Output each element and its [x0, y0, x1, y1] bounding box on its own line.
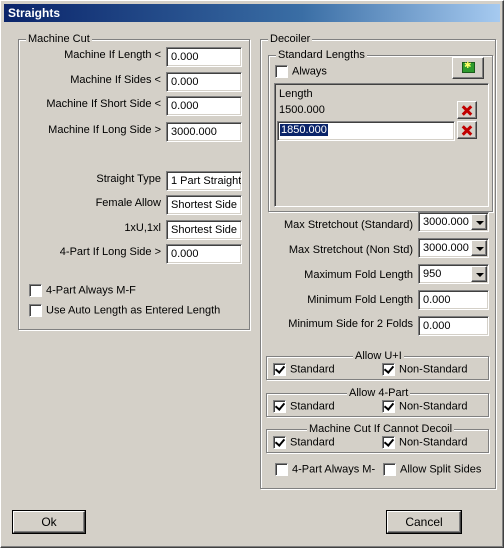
allow-4part-nonstandard-checkbox[interactable]: Non-Standard [382, 400, 468, 414]
use-auto-length-checkbox[interactable]: Use Auto Length as Entered Length [29, 304, 220, 318]
machine-cut-decoil-nonstandard-checkbox[interactable]: Non-Standard [382, 436, 468, 450]
decoiler-title: Decoiler [268, 32, 313, 46]
checkbox-box[interactable] [382, 400, 395, 413]
chevron-down-icon[interactable] [471, 266, 487, 282]
allow-split-sides-checkbox[interactable]: Allow Split Sides [383, 463, 481, 477]
add-icon [462, 60, 475, 73]
min-side-two-folds-label: Minimum Side for 2 Folds [288, 318, 413, 330]
machine-if-short-side-input[interactable]: 0.000 [166, 96, 242, 116]
ux-label: 1xU,1xl [124, 222, 161, 234]
machine-if-sides-input[interactable]: 0.000 [166, 72, 242, 92]
add-length-button[interactable] [452, 57, 484, 79]
checkbox-box[interactable] [273, 400, 286, 413]
female-allow-label: Female Allow [95, 197, 161, 209]
max-stretchout-std-select[interactable]: 3000.000 [418, 212, 489, 232]
max-stretchout-nonstd-select[interactable]: 3000.000 [418, 238, 489, 258]
machine-cut-decoil-standard-checkbox[interactable]: Standard [273, 436, 335, 450]
allow-4part-title: Allow 4-Part [347, 386, 411, 400]
checkbox-box[interactable] [273, 363, 286, 376]
four-part-long-side-input[interactable]: 0.000 [166, 244, 242, 264]
cancel-button[interactable]: Cancel [387, 511, 461, 533]
always-checkbox[interactable]: Always [275, 65, 327, 79]
allow-ui-nonstandard-checkbox[interactable]: Non-Standard [382, 363, 468, 377]
max-stretchout-std-label: Max Stretchout (Standard) [283, 219, 413, 231]
checkbox-box[interactable] [275, 65, 288, 78]
ux-input[interactable]: Shortest Side [166, 220, 242, 240]
length-header: Length [279, 88, 313, 100]
straight-type-input[interactable]: 1 Part Straight [166, 171, 242, 191]
female-allow-input[interactable]: Shortest Side [166, 195, 242, 215]
checkbox-box[interactable] [29, 304, 42, 317]
length-list: Length 1500.000 1850.000 [274, 83, 489, 207]
machine-if-length-label: Machine If Length < [64, 49, 161, 61]
chevron-down-icon[interactable] [471, 240, 487, 256]
checkbox-box[interactable] [275, 463, 288, 476]
straights-dialog: Straights Machine Cut Machine If Length … [0, 0, 504, 548]
four-part-long-side-label: 4-Part If Long Side > [59, 246, 161, 258]
machine-if-long-side-input[interactable]: 3000.000 [166, 122, 242, 142]
checkbox-box[interactable] [29, 284, 42, 297]
straight-type-label: Straight Type [96, 173, 161, 185]
checkbox-box[interactable] [273, 436, 286, 449]
ok-button[interactable]: Ok [13, 511, 85, 533]
delete-length-icon[interactable] [457, 101, 477, 119]
machine-cut-decoil-title: Machine Cut If Cannot Decoil [307, 422, 455, 436]
min-side-two-folds-input[interactable]: 0.000 [418, 316, 489, 336]
length-row-2-input[interactable]: 1850.000 [277, 121, 455, 141]
machine-if-length-input[interactable]: 0.000 [166, 47, 242, 67]
length-row-1[interactable]: 1500.000 [279, 103, 325, 117]
min-fold-length-input[interactable]: 0.000 [418, 290, 489, 310]
checkbox-box[interactable] [383, 463, 396, 476]
machine-if-sides-label: Machine If Sides < [70, 74, 161, 86]
chevron-down-icon[interactable] [471, 214, 487, 230]
allow-ui-title: Allow U+I [353, 349, 404, 363]
standard-lengths-title: Standard Lengths [276, 48, 367, 62]
max-fold-length-label: Maximum Fold Length [304, 269, 413, 281]
machine-if-long-side-label: Machine If Long Side > [48, 124, 161, 136]
delete-length-icon[interactable] [457, 121, 477, 139]
four-part-always-mf-checkbox[interactable]: 4-Part Always M-F [29, 284, 136, 298]
machine-if-short-side-label: Machine If Short Side < [46, 98, 161, 110]
checkbox-box[interactable] [382, 436, 395, 449]
allow-4part-standard-checkbox[interactable]: Standard [273, 400, 335, 414]
checkbox-box[interactable] [382, 363, 395, 376]
machine-cut-title: Machine Cut [26, 32, 92, 46]
title-bar: Straights [4, 4, 500, 22]
max-stretchout-nonstd-label: Max Stretchout (Non Std) [288, 244, 413, 256]
min-fold-length-label: Minimum Fold Length [307, 294, 413, 306]
max-fold-length-select[interactable]: 950 [418, 264, 489, 284]
allow-ui-standard-checkbox[interactable]: Standard [273, 363, 335, 377]
four-part-always-m-checkbox[interactable]: 4-Part Always M- [275, 463, 375, 477]
